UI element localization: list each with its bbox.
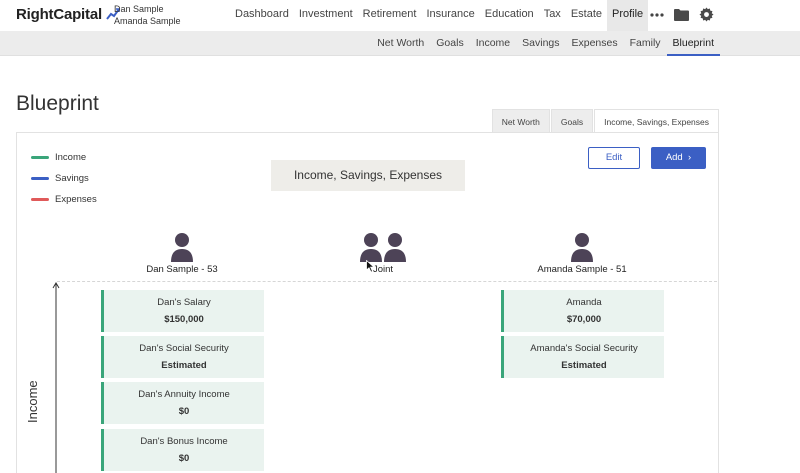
top-bar: RightCapital Dan Sample Amanda Sample Da… xyxy=(0,0,800,31)
income-card[interactable]: Dan's Salary $150,000 xyxy=(101,290,264,332)
joint-people-icon xyxy=(360,233,406,262)
main-nav-dashboard[interactable]: Dashboard xyxy=(230,0,294,31)
folder-icon[interactable] xyxy=(673,6,690,23)
legend-label-income: Income xyxy=(55,152,87,163)
section-divider xyxy=(57,281,717,282)
section-heading: Income, Savings, Expenses xyxy=(271,160,465,191)
add-button-label: Add xyxy=(665,152,683,163)
income-card-value: $150,000 xyxy=(164,314,204,325)
blueprint-tabs: Net Worth Goals Income, Savings, Expense… xyxy=(491,109,719,133)
main-nav-profile[interactable]: Profile xyxy=(607,0,649,31)
income-card-name: Amanda xyxy=(566,297,602,308)
edit-button[interactable]: Edit xyxy=(588,147,640,169)
main-nav-investment[interactable]: Investment xyxy=(294,0,358,31)
income-card-name: Dan's Social Security xyxy=(139,343,229,354)
legend-item-savings: Savings xyxy=(31,168,97,189)
legend-swatch-savings xyxy=(31,177,49,180)
main-nav-insurance[interactable]: Insurance xyxy=(421,0,479,31)
person-icon xyxy=(571,233,593,262)
legend-item-income: Income xyxy=(31,147,97,168)
legend-swatch-expenses xyxy=(31,198,49,201)
person-dan[interactable]: Dan Sample - 53 xyxy=(129,232,235,275)
legend-label-expenses: Expenses xyxy=(55,194,97,205)
income-card-name: Dan's Annuity Income xyxy=(138,389,230,400)
main-nav-estate[interactable]: Estate xyxy=(566,0,607,31)
sub-nav-blueprint[interactable]: Blueprint xyxy=(666,31,720,56)
legend: Income Savings Expenses xyxy=(31,147,97,210)
main-nav: Dashboard Investment Retirement Insuranc… xyxy=(230,0,649,31)
client-name-spouse: Amanda Sample xyxy=(114,16,181,26)
income-card-name: Dan's Salary xyxy=(157,297,211,308)
person-icon xyxy=(171,233,193,262)
person-label-joint: Joint xyxy=(372,264,394,275)
income-card-value: $0 xyxy=(178,406,190,417)
sub-nav-family[interactable]: Family xyxy=(624,31,667,56)
income-card-value: $0 xyxy=(178,453,190,464)
income-card[interactable]: Amanda $70,000 xyxy=(501,290,664,332)
person-label-amanda: Amanda Sample - 51 xyxy=(537,264,627,275)
add-button[interactable]: Add › xyxy=(651,147,706,169)
page-title: Blueprint xyxy=(16,92,99,115)
legend-label-savings: Savings xyxy=(55,173,89,184)
main-nav-retirement[interactable]: Retirement xyxy=(358,0,422,31)
tab-goals[interactable]: Goals xyxy=(550,109,594,133)
sub-nav-goals[interactable]: Goals xyxy=(430,31,469,56)
sub-nav-savings[interactable]: Savings xyxy=(516,31,565,56)
client-name-primary: Dan Sample xyxy=(114,4,164,14)
income-card[interactable]: Amanda's Social Security Estimated xyxy=(501,336,664,378)
chevron-right-icon: › xyxy=(685,152,692,163)
more-icon[interactable] xyxy=(648,6,665,23)
logo[interactable]: RightCapital xyxy=(16,6,120,23)
sub-nav-net-worth[interactable]: Net Worth xyxy=(371,31,430,56)
gear-icon[interactable] xyxy=(698,6,715,23)
income-axis-arrow-icon xyxy=(52,282,60,473)
income-card-value: $70,000 xyxy=(566,314,602,325)
sub-nav-bar: Net Worth Goals Income Savings Expenses … xyxy=(0,31,800,56)
axis-label-income: Income xyxy=(25,380,40,423)
legend-item-expenses: Expenses xyxy=(31,189,97,210)
person-label-dan: Dan Sample - 53 xyxy=(146,264,218,275)
person-joint[interactable]: Joint xyxy=(343,232,423,275)
logo-text: RightCapital xyxy=(16,6,102,23)
blueprint-panel: Income Savings Expenses Income, Savings,… xyxy=(16,132,719,473)
income-card[interactable]: Dan's Annuity Income $0 xyxy=(101,382,264,424)
nav-icons xyxy=(648,6,715,23)
mouse-cursor-icon xyxy=(366,260,375,273)
main-nav-education[interactable]: Education xyxy=(480,0,539,31)
income-card[interactable]: Dan's Bonus Income $0 xyxy=(101,429,264,471)
tab-income-savings-expenses[interactable]: Income, Savings, Expenses xyxy=(594,109,719,133)
income-card[interactable]: Dan's Social Security Estimated xyxy=(101,336,264,378)
income-card-value: Estimated xyxy=(161,360,207,371)
income-card-value: Estimated xyxy=(561,360,607,371)
person-amanda[interactable]: Amanda Sample - 51 xyxy=(526,232,638,275)
tab-net-worth[interactable]: Net Worth xyxy=(491,109,550,133)
income-card-name: Dan's Bonus Income xyxy=(140,436,228,447)
client-names[interactable]: Dan Sample Amanda Sample xyxy=(114,3,181,27)
sub-nav: Net Worth Goals Income Savings Expenses … xyxy=(371,31,720,56)
sub-nav-income[interactable]: Income xyxy=(470,31,516,56)
legend-swatch-income xyxy=(31,156,49,159)
main-nav-tax[interactable]: Tax xyxy=(539,0,566,31)
income-card-name: Amanda's Social Security xyxy=(530,343,638,354)
sub-nav-expenses[interactable]: Expenses xyxy=(566,31,624,56)
